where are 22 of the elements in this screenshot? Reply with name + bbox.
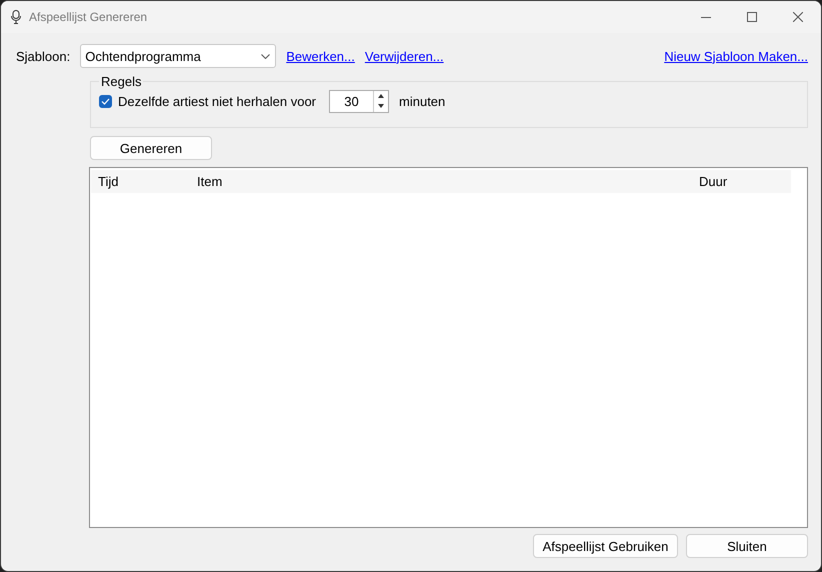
- template-link[interactable]: Bewerken...: [286, 48, 355, 64]
- checkbox-label: Dezelfde artiest niet herhalen voor: [118, 94, 316, 108]
- column-header[interactable]: Item: [190, 174, 692, 189]
- unit-label: minuten: [399, 94, 446, 108]
- window-title: Afspeellijst Genereren: [29, 10, 148, 24]
- template-link[interactable]: Verwijderen...: [364, 48, 444, 64]
- template-label: Sjabloon:: [16, 48, 70, 64]
- chevron-down-icon: [261, 54, 270, 58]
- column-header[interactable]: Duur: [692, 174, 772, 189]
- minutes-spinbox[interactable]: 30: [329, 90, 390, 112]
- template-dropdown[interactable]: Ochtendprogramma: [80, 44, 276, 68]
- rules-title: Regels: [100, 74, 142, 89]
- microphone-icon: [11, 10, 21, 24]
- generate-button[interactable]: Genereren: [90, 136, 212, 160]
- column-header[interactable]: Tijd: [91, 174, 190, 189]
- checkbox[interactable]: [99, 94, 112, 108]
- maximize-icon: [747, 12, 757, 22]
- dialog-button[interactable]: Afspeellijst Gebruiken: [533, 534, 678, 558]
- close-icon: [793, 12, 803, 22]
- check-icon: [101, 98, 110, 104]
- dialog-button[interactable]: Sluiten: [686, 534, 808, 558]
- new-template-link[interactable]: Nieuw Sjabloon Maken...: [664, 48, 808, 64]
